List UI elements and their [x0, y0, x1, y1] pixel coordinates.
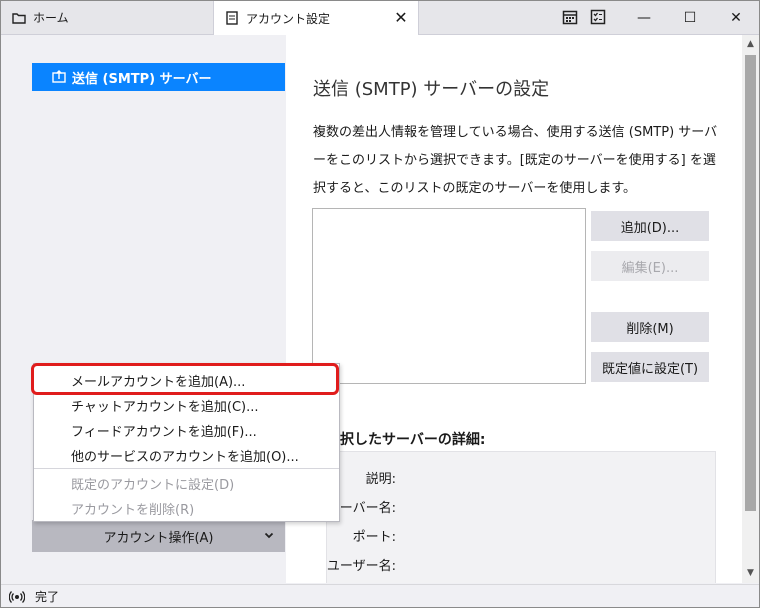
menu-separator [34, 468, 339, 469]
app-window: ホーム アカウント設定 ✕ — ☐ ✕ 送信 (SMTP) サーバー アカウント… [0, 0, 760, 608]
detail-label-username: ユーザー名: [326, 559, 396, 574]
window-close-button[interactable]: ✕ [713, 1, 759, 34]
page-title: 送信 (SMTP) サーバーの設定 [313, 79, 550, 100]
status-text: 完了 [35, 590, 60, 604]
menu-item-remove-account[interactable]: アカウントを削除(R) [34, 496, 339, 520]
details-title: 選択したサーバーの詳細: [326, 432, 486, 448]
delete-server-button[interactable]: 削除(M) [591, 312, 709, 342]
description-text: 複数の差出人情報を管理している場合、使用する送信 (SMTP) サーバーをこのリ… [313, 125, 718, 196]
account-actions-button[interactable]: アカウント操作(A) [32, 520, 285, 552]
scroll-up-icon[interactable]: ▲ [745, 39, 756, 50]
scroll-down-icon[interactable]: ▼ [745, 568, 756, 579]
vertical-scrollbar[interactable]: ▲ ▼ [742, 35, 759, 583]
maximize-button[interactable]: ☐ [667, 1, 713, 34]
menu-item-set-default-account[interactable]: 既定のアカウントに設定(D) [34, 471, 339, 495]
edit-server-button[interactable]: 編集(E)... [591, 251, 709, 281]
tab-bar: ホーム アカウント設定 ✕ — ☐ ✕ [1, 1, 759, 35]
calendar-icon[interactable] [562, 9, 580, 27]
tab-home-label: ホーム [33, 11, 69, 25]
status-bar: 完了 [1, 584, 759, 607]
account-actions-label: アカウント操作(A) [103, 530, 214, 546]
menu-item-add-other-account[interactable]: 他のサービスのアカウントを追加(O)... [34, 443, 339, 467]
tasks-icon[interactable] [590, 9, 608, 27]
smtp-settings-panel: 送信 (SMTP) サーバーの設定 複数の差出人情報を管理している場合、使用する… [286, 35, 742, 583]
detail-label-port: ポート: [352, 530, 396, 545]
menu-item-add-chat-account[interactable]: チャットアカウントを追加(C)... [34, 393, 339, 417]
menu-item-add-feed-account[interactable]: フィードアカウントを追加(F)... [34, 418, 339, 442]
sidebar-item-label: 送信 (SMTP) サーバー [72, 71, 212, 87]
tab-home[interactable]: ホーム [1, 1, 211, 34]
chevron-down-icon [263, 529, 275, 541]
add-server-button[interactable]: 追加(D)... [591, 211, 709, 241]
tab-account-settings[interactable]: アカウント設定 ✕ [213, 1, 419, 35]
highlight-annotation [31, 363, 339, 395]
smtp-server-list[interactable] [312, 208, 586, 384]
outbox-icon [52, 70, 66, 84]
sidebar-item-smtp[interactable]: 送信 (SMTP) サーバー [32, 63, 285, 91]
document-icon [224, 10, 240, 26]
set-default-button[interactable]: 既定値に設定(T) [591, 352, 709, 382]
folder-icon [11, 10, 27, 26]
minimize-button[interactable]: — [621, 1, 667, 34]
scrollbar-thumb[interactable] [745, 55, 756, 511]
online-status-icon [8, 590, 26, 604]
tab-close-icon[interactable]: ✕ [392, 9, 410, 27]
tab-account-label: アカウント設定 [246, 11, 331, 26]
detail-label-description: 説明: [365, 472, 396, 487]
